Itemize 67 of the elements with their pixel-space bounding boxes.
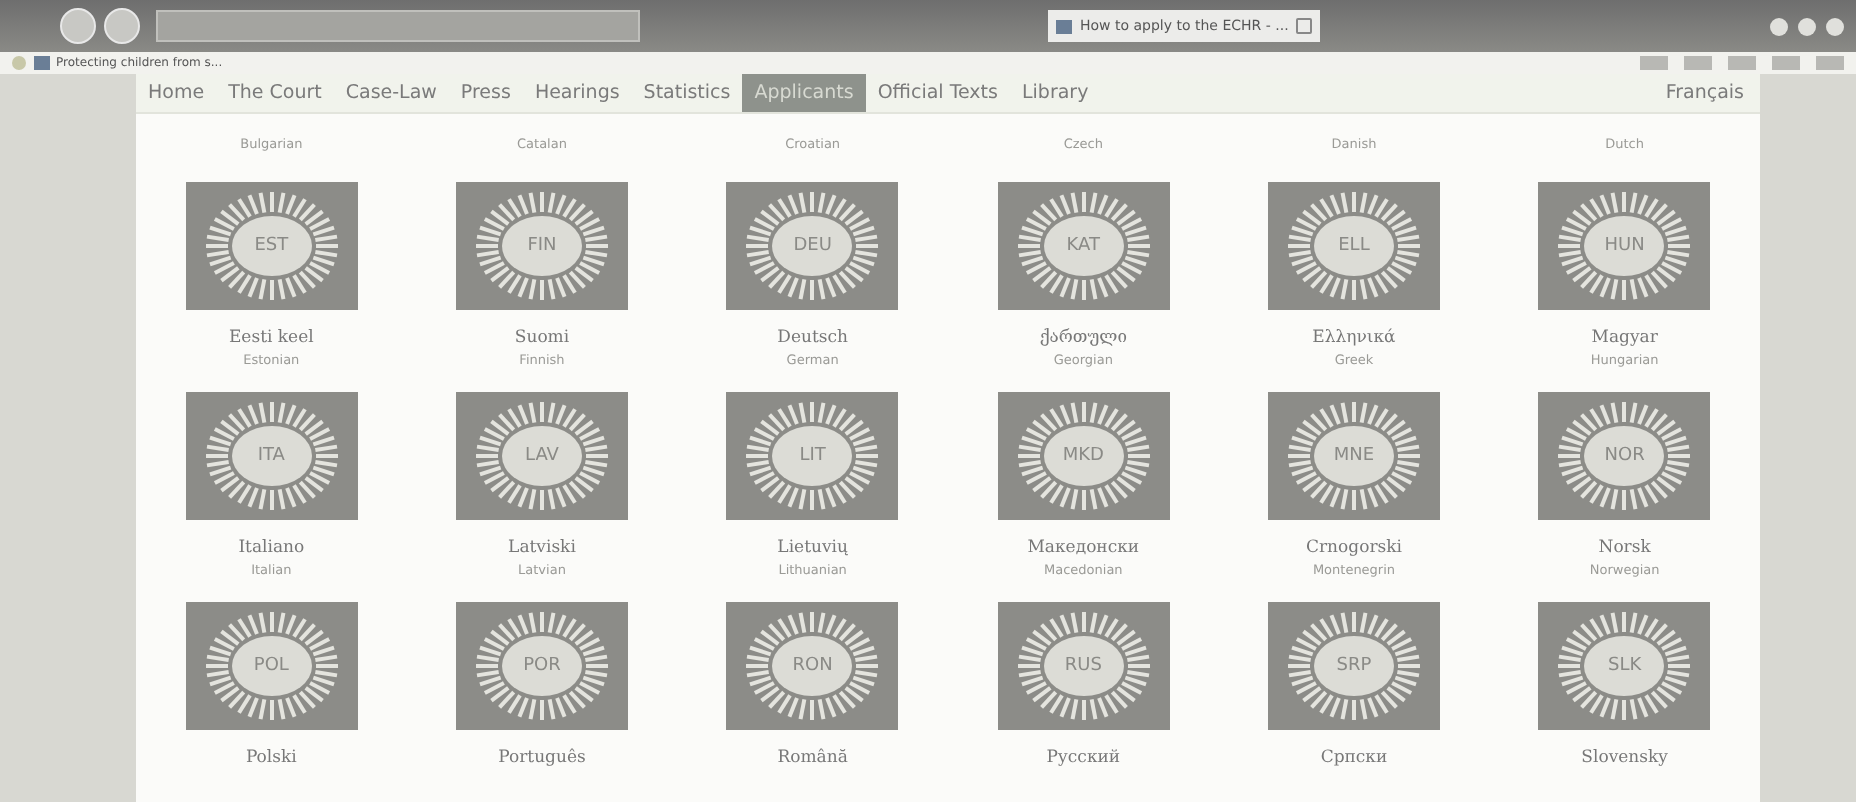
language-code: RUS	[1064, 656, 1102, 676]
nav-tab[interactable]: Hearings	[522, 74, 632, 112]
language-name[interactable]: Suomi	[514, 328, 570, 348]
language-name[interactable]: Deutsch	[777, 328, 848, 348]
language-name[interactable]: Polski	[245, 748, 297, 768]
language-name[interactable]: Italiano	[238, 538, 305, 558]
language-tile[interactable]: RON	[726, 602, 899, 730]
nav-tab[interactable]: Statistics	[631, 74, 743, 112]
language-code: KAT	[1066, 236, 1100, 256]
language-code: LIT	[799, 446, 826, 466]
language-code: HUN	[1604, 236, 1645, 256]
language-name[interactable]: Lietuvių	[777, 538, 848, 558]
language-tile[interactable]: EST	[185, 182, 358, 310]
language-code: POL	[253, 656, 289, 676]
language-tile[interactable]: RUS	[997, 602, 1170, 730]
language-code: DEU	[793, 236, 832, 256]
language-tile[interactable]: FIN	[455, 182, 628, 310]
page-icon	[1056, 19, 1072, 33]
language-code: MKD	[1062, 446, 1104, 466]
language-code: SLK	[1607, 656, 1642, 676]
language-code: ELL	[1338, 236, 1370, 256]
language-code: EST	[254, 236, 289, 256]
language-code: SRP	[1336, 656, 1372, 676]
language-tile[interactable]: LIT	[726, 392, 899, 520]
language-tile[interactable]: KAT	[997, 182, 1170, 310]
language-name[interactable]: Magyar	[1591, 328, 1658, 348]
language-name[interactable]: Slovensky	[1581, 748, 1668, 768]
language-name[interactable]: Eesti keel	[228, 328, 314, 348]
language-tile[interactable]: ELL	[1267, 182, 1440, 310]
language-code: ITA	[257, 446, 285, 466]
language-link[interactable]: Français	[1665, 82, 1744, 104]
language-code: FIN	[527, 236, 557, 256]
language-tile[interactable]: SRP	[1267, 602, 1440, 730]
language-code: LAV	[525, 446, 559, 466]
language-name[interactable]: ქართული	[1039, 328, 1127, 348]
page-icon	[34, 56, 50, 70]
language-name[interactable]: Русский	[1046, 748, 1121, 768]
language-tile[interactable]: HUN	[1538, 182, 1711, 310]
language-name[interactable]: Latviski	[508, 538, 576, 558]
language-name[interactable]: Македонски	[1027, 538, 1140, 558]
language-code: MNE	[1333, 446, 1375, 466]
nav-tab[interactable]: The Court	[216, 74, 334, 112]
language-tile[interactable]: POL	[185, 602, 358, 730]
language-name[interactable]: Norsk	[1598, 538, 1651, 558]
language-tile[interactable]: MNE	[1267, 392, 1440, 520]
language-name[interactable]: Română	[777, 748, 848, 768]
language-code: NOR	[1604, 446, 1645, 466]
address-bar[interactable]	[156, 10, 640, 42]
language-tile[interactable]: ITA	[185, 392, 358, 520]
language-tile[interactable]: POR	[455, 602, 628, 730]
language-tile[interactable]: LAV	[455, 392, 628, 520]
nav-tab[interactable]: Press	[448, 74, 523, 112]
language-code: POR	[523, 656, 561, 676]
language-tile[interactable]: SLK	[1538, 602, 1711, 730]
language-tile[interactable]: NOR	[1538, 392, 1711, 520]
language-tile[interactable]: MKD	[997, 392, 1170, 520]
language-name[interactable]: Српски	[1320, 748, 1388, 768]
nav-tab[interactable]: Applicants	[742, 74, 866, 112]
nav-tab[interactable]: Home	[136, 74, 217, 112]
nav-tab[interactable]: Official Texts	[865, 74, 1010, 112]
language-name[interactable]: Crnogorski	[1305, 538, 1402, 558]
nav-tab[interactable]: Library	[1009, 74, 1101, 112]
language-name[interactable]: Ελληνικά	[1312, 328, 1396, 348]
language-code: RON	[792, 656, 833, 676]
language-name[interactable]: Português	[498, 748, 586, 768]
nav-tab[interactable]: Case-Law	[333, 74, 449, 112]
language-tile[interactable]: DEU	[726, 182, 899, 310]
